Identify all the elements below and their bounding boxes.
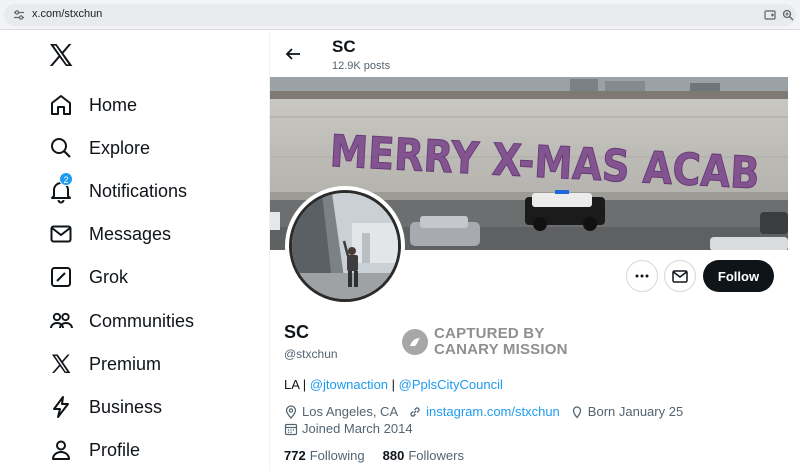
url-text[interactable]: x.com/stxchun [32, 8, 102, 20]
profile-location: Los Angeles, CA [302, 404, 399, 419]
profile-handle: @stxchun [284, 347, 338, 361]
profile-name: SC [284, 322, 310, 342]
nav-label-premium: Premium [89, 353, 162, 374]
nav-label-grok: Grok [89, 266, 129, 287]
nav-profile[interactable]: Profile [40, 432, 140, 468]
profile-joined: Joined March 2014 [302, 421, 413, 436]
people-icon [48, 308, 74, 334]
nav-label-explore: Explore [89, 137, 151, 158]
page-title: SC [332, 37, 356, 56]
address-bar[interactable]: x.com/stxchun [4, 4, 796, 26]
home-icon [48, 92, 74, 118]
search-icon [48, 135, 74, 161]
nav-label-communities: Communities [89, 310, 195, 331]
nav-label-profile: Profile [89, 439, 141, 460]
cast-icon[interactable] [764, 9, 776, 21]
nav-label-home: Home [89, 94, 138, 115]
zoom-icon[interactable] [782, 9, 794, 21]
profile-joined-row: Joined March 2014 [284, 421, 413, 436]
watermark: CAPTURED BY CANARY MISSION [402, 326, 568, 358]
follow-button[interactable]: Follow [703, 260, 774, 292]
calendar-icon [284, 423, 298, 435]
x-icon [48, 351, 74, 377]
profile-main: SC 12.9K posts MERRY X-MAS ACAB Follow S… [270, 31, 800, 471]
message-button[interactable] [664, 260, 696, 292]
nav-label-messages: Messages [89, 223, 172, 244]
browser-toolbar: x.com/stxchun [0, 0, 800, 30]
nav-messages[interactable]: Messages [40, 216, 171, 252]
nav-grok[interactable]: Grok [40, 259, 128, 295]
bio-separator: | [388, 377, 399, 392]
mail-icon [48, 221, 74, 247]
following-stat[interactable]: 772 Following [284, 448, 365, 463]
following-label: Following [309, 448, 365, 463]
back-button[interactable] [280, 41, 306, 67]
sidebar: Home Explore 2 Notifications Messages Gr… [0, 31, 270, 471]
more-options-button[interactable] [626, 260, 658, 292]
grok-icon [48, 264, 74, 290]
followers-count: 880 [382, 448, 405, 463]
nav-home[interactable]: Home [40, 87, 137, 123]
followers-label: Followers [408, 448, 464, 463]
nav-label-business: Business [89, 396, 163, 417]
followers-stat[interactable]: 880 Followers [383, 448, 464, 463]
notification-badge: 2 [59, 172, 73, 186]
avatar[interactable] [285, 186, 405, 306]
nav-business[interactable]: Business [40, 389, 162, 425]
bird-logo-icon [402, 329, 428, 355]
nav-explore[interactable]: Explore [40, 130, 150, 166]
mail-icon [672, 269, 688, 283]
nav-premium[interactable]: Premium [40, 346, 161, 382]
birthday-icon [572, 405, 581, 418]
profile-website-link[interactable]: instagram.com/stxchun [426, 404, 560, 419]
nav-notifications[interactable]: 2 Notifications [40, 172, 188, 209]
bio-link-jtownaction[interactable]: @jtownaction [310, 377, 388, 392]
bio-link-pplscitycouncil[interactable]: @PplsCityCouncil [399, 377, 503, 392]
back-arrow-icon [285, 48, 300, 60]
lightning-icon [48, 394, 74, 420]
location-pin-icon [285, 404, 297, 419]
profile-stats: 772 Following 880 Followers [284, 448, 482, 463]
profile-birthday: Born January 25 [587, 404, 684, 419]
nav-label-notifications: Notifications [89, 180, 188, 201]
following-count: 772 [284, 448, 306, 463]
x-logo-icon[interactable] [49, 44, 73, 66]
watermark-line2: CANARY MISSION [434, 341, 568, 358]
profile-meta-row: Los Angeles, CA instagram.com/stxchun Bo… [284, 404, 683, 419]
watermark-line1: CAPTURED BY [434, 325, 545, 342]
link-icon [410, 406, 420, 417]
tune-icon[interactable] [13, 9, 25, 21]
bell-icon: 2 [48, 172, 74, 204]
nav-communities[interactable]: Communities [40, 303, 194, 339]
bio-prefix: LA | [284, 377, 310, 392]
profile-bio: LA | @jtownaction | @PplsCityCouncil [284, 377, 503, 392]
more-dots-icon [635, 274, 649, 278]
person-icon [48, 437, 74, 463]
post-count: 12.9K posts [332, 60, 391, 72]
